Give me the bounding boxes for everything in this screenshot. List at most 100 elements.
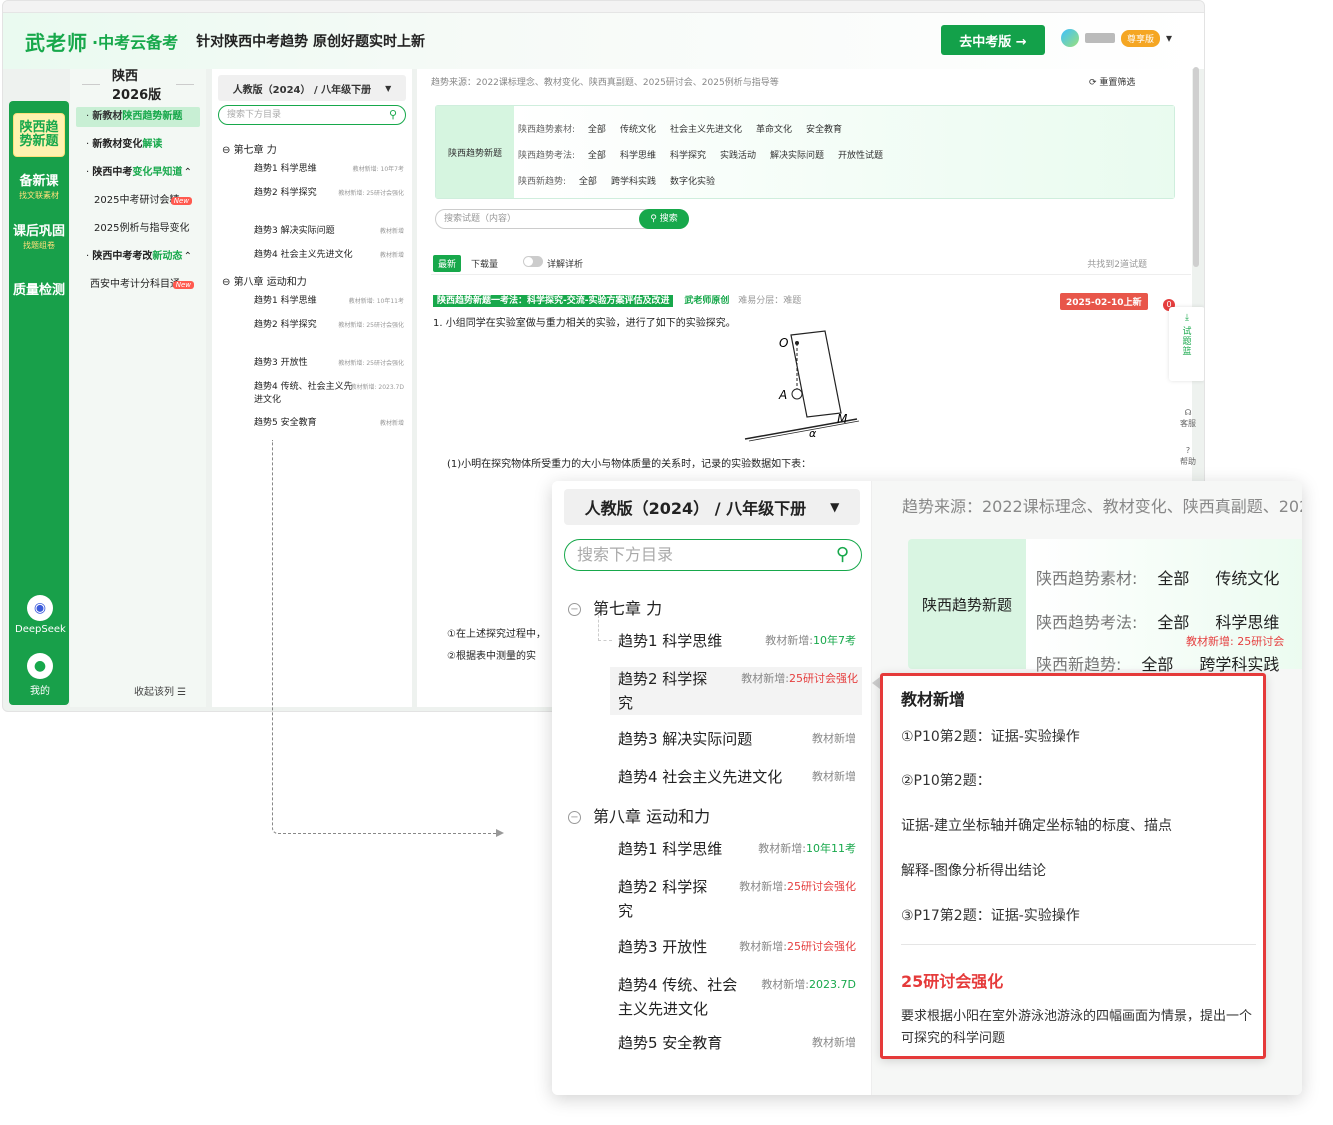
chapter-8[interactable]: ⊖ 第八章 运动和力 — [222, 273, 307, 288]
subnav-item-trend[interactable]: · 新教材陕西趋势新题 — [76, 107, 200, 127]
popup-description: 要求根据小阳在室外游泳池游泳的四幅画面为情景，提出一个可探究的科学问题 — [901, 1009, 1253, 1046]
zoom-chapter-8[interactable]: − 第八章 运动和力 — [568, 803, 710, 827]
filter-row-newtrend: 陕西新趋势: 全部 跨学科实践 — [1036, 651, 1302, 675]
zoom-chapter-7[interactable]: − 第七章 力 — [568, 595, 662, 619]
reset-filter-button[interactable]: ⟳ 重置筛选 — [1089, 75, 1135, 88]
subnav-item-reform[interactable]: · 陕西中考考改新动态 ⌃ — [76, 247, 200, 267]
chapter-7[interactable]: ⊖ 第七章 力 — [222, 141, 277, 156]
tree-item-tag: 教材新增: 25研讨会强化 — [338, 190, 404, 197]
filter-option[interactable]: 开放性试题 — [838, 151, 883, 161]
customer-service-button[interactable]: ☊ 客服 — [1173, 407, 1203, 429]
chevron-up-icon[interactable]: ⌃ — [184, 247, 192, 267]
tree-item-tag: 教材新增:25研讨会强化 — [741, 667, 858, 691]
zoom-catalog-search[interactable]: 搜索下方目录 ⚲ — [564, 539, 862, 571]
collapse-icon[interactable]: − — [568, 603, 581, 616]
deepseek-button[interactable]: ◉ DeepSeek — [15, 595, 66, 635]
filter-option[interactable]: 传统文化 — [620, 125, 656, 135]
tree-item-tag: 教材新增:25研讨会强化 — [739, 875, 856, 899]
filter-option[interactable]: 数字化实验 — [670, 177, 715, 187]
result-count: 共找到2道试题 — [1087, 260, 1147, 270]
tree-item-label: 趋势4 传统、社会主义先进文化 — [254, 382, 353, 405]
zoom-tree-item[interactable]: 趋势3 解决实际问题 教材新增 — [618, 727, 860, 751]
help-button[interactable]: ? 帮助 — [1173, 445, 1203, 467]
tab-downloads[interactable]: 下载量 — [471, 257, 498, 270]
filter-option[interactable]: 全部 — [1157, 569, 1189, 588]
edition-select[interactable]: 人教版（2024） / 八年级下册 ▼ — [218, 75, 406, 101]
go-zhongkao-button[interactable]: 去中考版 → — [941, 25, 1045, 55]
filter-row-method: 陕西趋势考法: 全部 科学思维 科学探究 实践活动 解决实际问题 开放性试题 — [518, 148, 897, 161]
filter-option[interactable]: 科学思维 — [620, 151, 656, 161]
subnav-item-textbook[interactable]: · 新教材变化解读 — [76, 135, 200, 155]
filter-option[interactable]: 全部 — [588, 151, 606, 161]
filter-key: 陕西新趋势: — [1036, 655, 1122, 674]
tree-item[interactable]: 趋势2 科学探究 教材新增: 25研讨会强化 — [254, 187, 404, 200]
filter-rows: 陕西趋势素材: 全部 传统文化 陕西趋势考法: 全部 科学思维 教材新增: 25研讨会 … — [1026, 539, 1302, 674]
filter-option[interactable]: 全部 — [1141, 655, 1173, 674]
tab-newest[interactable]: 最新 — [433, 255, 462, 272]
nav-consolidate[interactable]: 课后巩固 找题组卷 — [13, 217, 65, 261]
tree-item-label: 趋势2 科学探究 — [254, 188, 317, 198]
nav-shaanxi-trend[interactable]: 陕西趋势新题 — [13, 113, 65, 157]
collapse-icon[interactable]: − — [568, 811, 581, 824]
zoom-tree-item[interactable]: 趋势4 社会主义先进文化 教材新增 — [618, 765, 860, 789]
subnav-item-2025-seminar[interactable]: 2025中考研讨会精 New — [76, 191, 200, 211]
filter-option[interactable]: 社会主义先进文化 — [670, 125, 742, 135]
nav-prepare-lesson[interactable]: 备新课 找文联素材 — [13, 167, 65, 211]
logo[interactable]: 武老师 — [25, 27, 88, 56]
subnav-label: 2025中考研讨会精 — [94, 195, 180, 206]
collapse-column-button[interactable]: 收起该列 ☰ — [134, 683, 186, 698]
search-button[interactable]: ⚲ 搜索 — [639, 209, 689, 229]
zoom-tree-item[interactable]: 趋势4 传统、社会 教材新增:2023.7D 主义先进文化 — [618, 973, 860, 1021]
user-icon: ● — [27, 653, 53, 679]
tree-item[interactable]: 趋势3 开放性 教材新增: 25研讨会强化 — [254, 357, 404, 370]
trend-source: 趋势来源：2022课标理念、教材变化、陕西真副题、2025研讨会、2025例析与… — [431, 78, 779, 88]
catalog-search-input[interactable]: 搜索下方目录 ⚲ — [218, 105, 406, 125]
filter-option[interactable]: 安全教育 — [806, 125, 842, 135]
subnav-item-xian[interactable]: 西安中考计分科目通 New — [76, 275, 200, 295]
search-icon[interactable]: ⚲ — [389, 106, 397, 124]
deepseek-label: DeepSeek — [15, 624, 66, 635]
filter-option[interactable]: 传统文化 — [1215, 569, 1279, 588]
tree-item[interactable]: 趋势3 解决实际问题 教材新增 — [254, 225, 404, 238]
zoom-tree-item[interactable]: 趋势3 开放性 教材新增:25研讨会强化 — [618, 935, 860, 959]
chevron-up-icon[interactable]: ⌃ — [184, 163, 192, 183]
chevron-down-icon[interactable]: ▾ — [1166, 31, 1172, 45]
search-icon[interactable]: ⚲ — [836, 540, 849, 570]
filter-option[interactable]: 全部 — [588, 125, 606, 135]
analysis-toggle[interactable] — [523, 256, 543, 267]
tag-value: 25研讨会强化 — [787, 880, 856, 893]
filter-option[interactable]: 科学思维 — [1215, 613, 1279, 632]
tree-line — [598, 615, 612, 641]
avatar[interactable] — [1061, 29, 1079, 47]
tree-item[interactable]: 趋势1 科学思维 教材新增: 10年7考 — [254, 163, 404, 176]
zoom-tree-item[interactable]: 趋势1 科学思维 教材新增:10年11考 — [618, 837, 860, 861]
zoom-tree-item[interactable]: 趋势2 科学探 教材新增:25研讨会强化究 — [618, 875, 860, 923]
tag-prefix: 教材新增: — [765, 634, 813, 647]
mine-button[interactable]: ● 我的 — [15, 653, 65, 697]
question-basket-button[interactable]: ⤓ 试题篮 — [1169, 307, 1204, 381]
subnav-item-2025-guide[interactable]: 2025例析与指导变化 — [76, 219, 200, 239]
user-menu[interactable]: 尊享版 ▾ — [1061, 29, 1172, 47]
scrollbar[interactable] — [1193, 67, 1199, 267]
tree-item-tag: 教材新增 — [812, 732, 856, 745]
tree-item[interactable]: 趋势4 社会主义先进文化 教材新增 — [254, 249, 404, 262]
zoom-tree-item[interactable]: 趋势1 科学思维 教材新增:10年7考 — [618, 629, 860, 653]
tree-item[interactable]: 趋势4 传统、社会主义先进文化 教材新增: 2023.7D — [254, 381, 404, 407]
nav-quality-check[interactable]: 质量检测 — [13, 269, 65, 313]
tree-item[interactable]: 趋势1 科学思维 教材新增: 10年11考 — [254, 295, 404, 308]
filter-option[interactable]: 革命文化 — [756, 125, 792, 135]
filter-option[interactable]: 跨学科实践 — [1199, 655, 1279, 674]
filter-option[interactable]: 解决实际问题 — [770, 151, 824, 161]
filter-option[interactable]: 科学探究 — [670, 151, 706, 161]
subnav-item-change[interactable]: · 陕西中考变化早知道 ⌃ — [76, 163, 200, 183]
tree-item[interactable]: 趋势2 科学探究 教材新增: 25研讨会强化 — [254, 319, 404, 332]
zoom-tree-item[interactable]: 趋势5 安全教育 教材新增 — [618, 1031, 860, 1055]
zoom-tree-item-highlighted[interactable]: 趋势2 科学探 教材新增:25研讨会强化究 — [610, 667, 862, 715]
zoom-edition-select[interactable]: 人教版（2024） / 八年级下册 ▼ — [564, 489, 860, 525]
nav-label: 课后巩固 — [13, 224, 66, 239]
filter-option[interactable]: 全部 — [1157, 613, 1189, 632]
filter-option[interactable]: 实践活动 — [720, 151, 756, 161]
filter-option[interactable]: 全部 — [579, 177, 597, 187]
tree-item[interactable]: 趋势5 安全教育 教材新增 — [254, 417, 404, 430]
filter-option[interactable]: 跨学科实践 — [611, 177, 656, 187]
